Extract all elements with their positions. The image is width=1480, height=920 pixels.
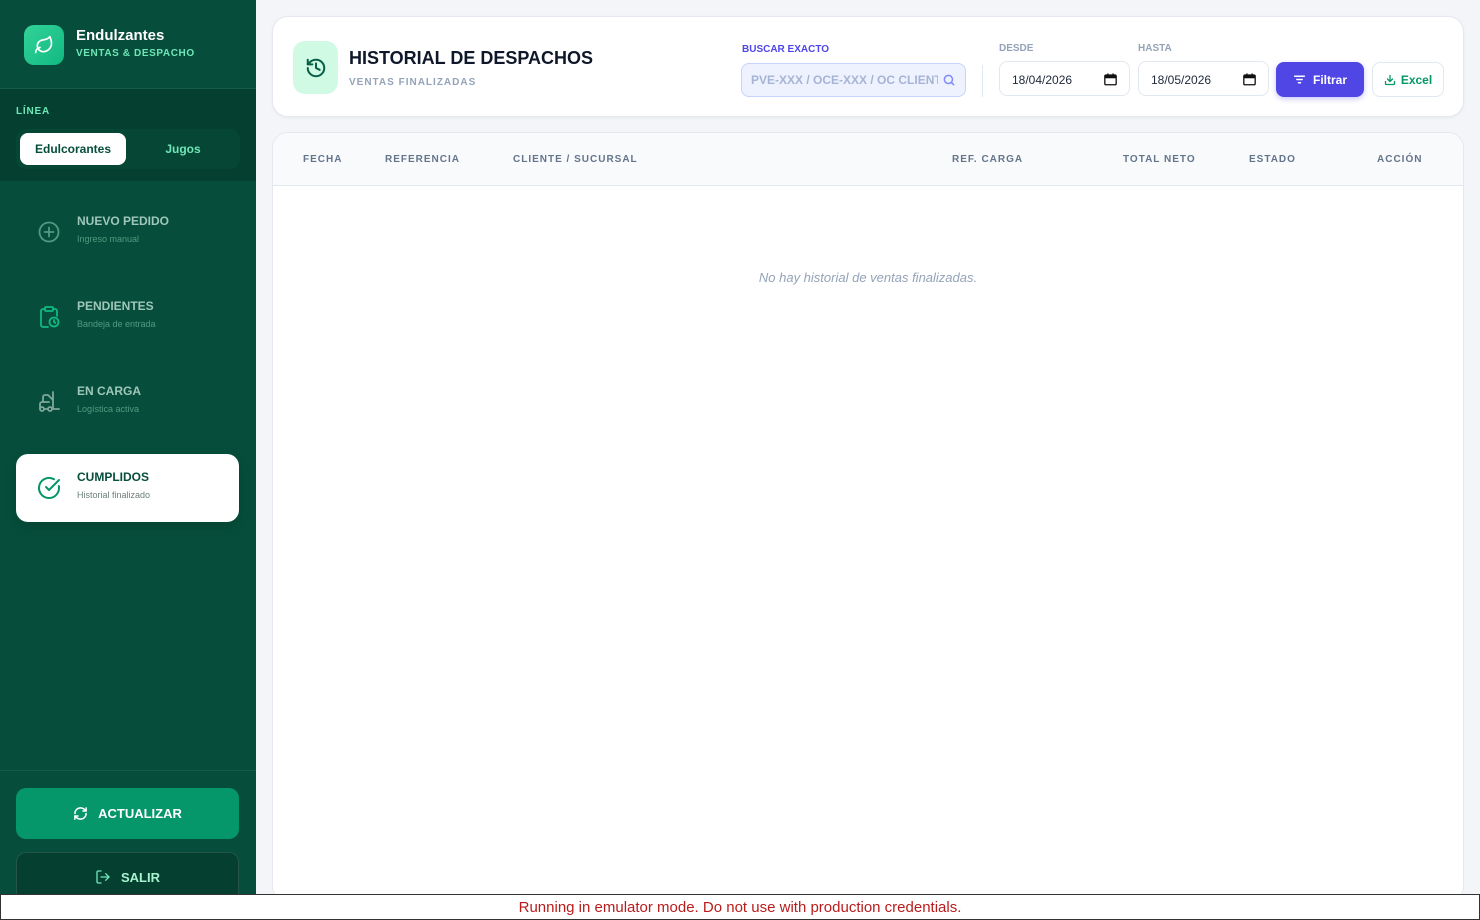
nav-item-en-carga[interactable]: EN CARGA Logística activa <box>16 368 239 436</box>
from-date-input[interactable]: 18/04/2026 <box>999 61 1130 96</box>
line-option-edulcorantes[interactable]: Edulcorantes <box>20 133 126 165</box>
nav-item-subtitle: Logística activa <box>77 404 140 414</box>
to-date-label: HASTA <box>1138 43 1172 54</box>
nav-item-title: CUMPLIDOS <box>77 470 149 484</box>
page-header: HISTORIAL DE DESPACHOS VENTAS FINALIZADA… <box>272 16 1464 117</box>
search-label: BUSCAR EXACTO <box>742 44 830 55</box>
history-icon <box>293 41 338 94</box>
search-input[interactable] <box>742 64 938 96</box>
filter-icon <box>1293 75 1306 84</box>
history-table: FECHA REFERENCIA CLIENTE / SUCURSAL REF.… <box>272 132 1464 902</box>
sidebar: Endulzantes VENTAS & DESPACHO LÍNEA Edul… <box>0 0 256 902</box>
line-label: LÍNEA <box>16 106 50 117</box>
refresh-icon <box>74 807 87 820</box>
emulator-warning-banner: Running in emulator mode. Do not use wit… <box>0 894 1480 920</box>
column-header-fecha[interactable]: FECHA <box>303 154 342 165</box>
from-date-value: 18/04/2026 <box>1012 73 1073 87</box>
exit-label: SALIR <box>121 869 160 885</box>
table-header: FECHA REFERENCIA CLIENTE / SUCURSAL REF.… <box>273 133 1463 186</box>
search-icon[interactable] <box>942 73 956 87</box>
clipboard-clock-icon <box>40 306 60 328</box>
nav-item-subtitle: Historial finalizado <box>77 490 151 500</box>
filter-button[interactable]: Filtrar <box>1276 62 1364 97</box>
logout-icon <box>96 870 110 884</box>
check-circle-icon <box>38 476 60 499</box>
refresh-button[interactable]: ACTUALIZAR <box>16 788 239 839</box>
excel-button[interactable]: Excel <box>1372 62 1444 97</box>
column-header-referencia[interactable]: REFERENCIA <box>385 154 460 165</box>
nav-item-title: NUEVO PEDIDO <box>77 214 170 228</box>
column-header-cliente[interactable]: CLIENTE / SUCURSAL <box>513 154 638 165</box>
divider <box>982 65 983 97</box>
nav-item-pendientes[interactable]: PENDIENTES Bandeja de entrada <box>16 283 239 351</box>
brand-subtitle: VENTAS & DESPACHO <box>76 48 195 59</box>
empty-state-message: No hay historial de ventas finalizadas. <box>758 270 978 285</box>
column-header-total-neto[interactable]: TOTAL NETO <box>1123 154 1196 165</box>
leaf-icon <box>24 25 64 65</box>
from-date-label: DESDE <box>999 43 1034 54</box>
calendar-icon[interactable] <box>1104 73 1117 86</box>
line-toggle: Edulcorantes Jugos <box>16 129 240 169</box>
to-date-input[interactable]: 18/05/2026 <box>1138 61 1269 96</box>
search-box <box>741 63 966 97</box>
brand: Endulzantes VENTAS & DESPACHO <box>0 0 256 89</box>
nav-item-subtitle: Bandeja de entrada <box>77 319 156 329</box>
nav-item-cumplidos[interactable]: CUMPLIDOS Historial finalizado <box>16 454 239 522</box>
line-option-jugos[interactable]: Jugos <box>130 133 236 165</box>
calendar-icon[interactable] <box>1243 73 1256 86</box>
nav-item-subtitle: Ingreso manual <box>77 234 140 244</box>
line-selector: LÍNEA Edulcorantes Jugos <box>0 89 256 181</box>
download-icon <box>1384 74 1395 85</box>
nav-item-title: EN CARGA <box>77 384 142 398</box>
nav-item-nuevo-pedido[interactable]: NUEVO PEDIDO Ingreso manual <box>16 198 239 266</box>
nav-item-title: PENDIENTES <box>77 299 154 313</box>
excel-label: Excel <box>1400 72 1433 87</box>
filter-label: Filtrar <box>1312 72 1347 87</box>
refresh-label: ACTUALIZAR <box>98 806 182 821</box>
page-title: HISTORIAL DE DESPACHOS <box>349 48 594 68</box>
sidebar-footer: ACTUALIZAR SALIR <box>0 770 256 902</box>
emulator-warning-text: Running in emulator mode. Do not use wit… <box>518 898 962 916</box>
column-header-estado[interactable]: ESTADO <box>1249 154 1296 165</box>
brand-title: Endulzantes <box>76 27 165 44</box>
page-subtitle: VENTAS FINALIZADAS <box>349 77 477 88</box>
forklift-icon <box>39 391 60 412</box>
column-header-accion[interactable]: ACCIÓN <box>1377 154 1422 165</box>
to-date-value: 18/05/2026 <box>1151 73 1212 87</box>
column-header-ref-carga[interactable]: REF. CARGA <box>952 154 1023 165</box>
plus-circle-icon <box>38 221 60 243</box>
